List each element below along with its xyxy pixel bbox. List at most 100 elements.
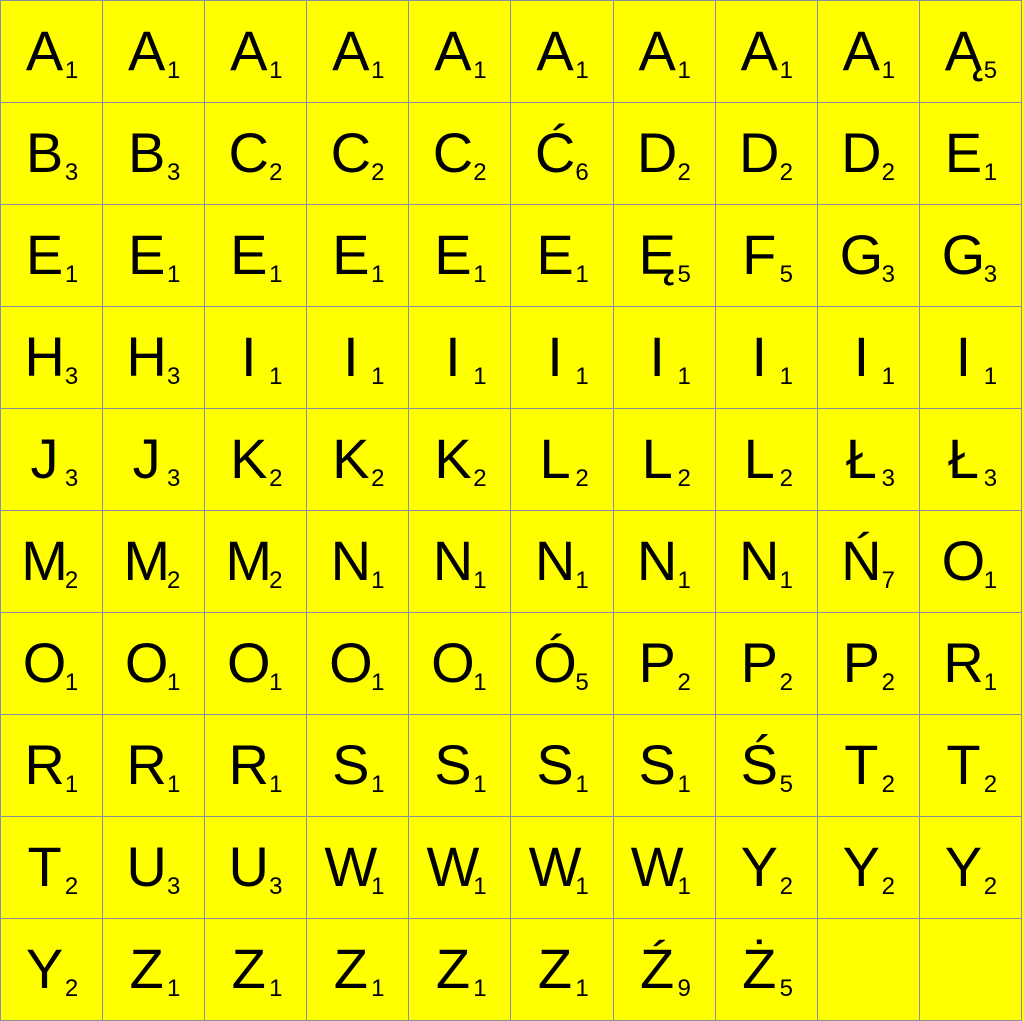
tile-points: 1: [473, 567, 487, 594]
letter-tile: Y2: [714, 816, 817, 918]
letter-tile: Ą5: [918, 0, 1021, 102]
tile-letter: N: [534, 529, 576, 592]
tile-points: 2: [779, 669, 793, 696]
tile-letter: Y: [842, 835, 881, 898]
tile-letter: C: [228, 121, 269, 184]
tile-letter: O: [329, 631, 373, 694]
letter-tile: Ń7: [816, 510, 919, 612]
tile-points: 1: [779, 567, 793, 594]
tile-points: 1: [371, 567, 385, 594]
tile-letter: A: [434, 19, 472, 82]
tile-letter: R: [943, 631, 984, 694]
tile-letter: E: [25, 223, 64, 286]
letter-tile: W1: [612, 816, 715, 918]
tile-letter: T: [844, 733, 879, 796]
tile-points: 1: [64, 261, 79, 288]
tile-letter: A: [230, 19, 268, 82]
tile-points: 3: [166, 159, 181, 186]
tile-letter: W: [324, 835, 378, 898]
tile-letter: Ę: [638, 223, 676, 286]
letter-tile: O1: [204, 612, 307, 714]
tile-letter: W: [426, 835, 480, 898]
tile-points: 5: [677, 261, 691, 288]
tile-points: 1: [473, 261, 487, 288]
tile-points: 1: [269, 363, 283, 390]
tile-points: 5: [779, 975, 793, 1002]
letter-tile: I1: [714, 306, 817, 408]
letter-tile: E1: [0, 204, 103, 306]
tile-points: 1: [166, 261, 181, 288]
tile-points: 2: [881, 771, 896, 798]
tile-points: 1: [881, 57, 896, 84]
tile-letter: N: [636, 529, 678, 592]
letter-tile: A1: [102, 0, 205, 102]
tile-points: 2: [473, 465, 487, 492]
tile-letter: B: [127, 121, 166, 184]
letter-tile: I1: [612, 306, 715, 408]
tile-letter: I: [343, 325, 359, 388]
tile-letter: P: [638, 631, 676, 694]
tile-letter: A: [536, 19, 574, 82]
letter-tile: C2: [204, 102, 307, 204]
tile-letter: L: [641, 427, 673, 490]
letter-tile: K2: [204, 408, 307, 510]
letter-tile: Ś5: [714, 714, 817, 816]
letter-tile: Ł3: [816, 408, 919, 510]
tile-points: 1: [779, 363, 793, 390]
tile-letter: J: [30, 427, 59, 490]
tile-letter: I: [955, 325, 972, 388]
tile-letter: B: [25, 121, 64, 184]
letter-tile: W1: [408, 816, 511, 918]
tile-board: A1A1A1A1A1A1A1A1A1Ą5B3B3C2C2C2Ć6D2D2D2E1…: [0, 0, 1022, 1021]
tile-letter: T: [27, 835, 62, 898]
tile-letter: Z: [333, 937, 368, 1000]
letter-tile: T2: [0, 816, 103, 918]
tile-letter: P: [740, 631, 778, 694]
letter-tile: N1: [510, 510, 613, 612]
tile-letter: S: [332, 733, 370, 796]
tile-letter: F: [742, 223, 777, 286]
letter-tile: O1: [102, 612, 205, 714]
tile-points: 1: [983, 159, 998, 186]
tile-letter: I: [445, 325, 461, 388]
letter-tile: A1: [510, 0, 613, 102]
letter-tile: U3: [102, 816, 205, 918]
tile-points: 5: [779, 771, 793, 798]
tile-points: 2: [473, 159, 487, 186]
letter-tile: A1: [408, 0, 511, 102]
letter-tile: S1: [408, 714, 511, 816]
tile-points: 2: [269, 465, 283, 492]
letter-tile: E1: [102, 204, 205, 306]
tile-letter: L: [539, 427, 571, 490]
tile-points: 1: [166, 669, 181, 696]
tile-letter: M: [123, 529, 170, 592]
tile-points: 1: [575, 975, 589, 1002]
letter-tile: A1: [714, 0, 817, 102]
tile-points: 1: [269, 669, 283, 696]
letter-tile: O1: [918, 510, 1021, 612]
blank-tile: [918, 918, 1021, 1020]
tile-points: 1: [371, 669, 385, 696]
tile-letter: A: [332, 19, 370, 82]
letter-tile: Z1: [510, 918, 613, 1020]
tile-points: 2: [677, 669, 691, 696]
tile-points: 5: [779, 261, 793, 288]
tile-points: 2: [575, 465, 589, 492]
letter-tile: Ł3: [918, 408, 1021, 510]
letter-tile: R1: [102, 714, 205, 816]
tile-points: 2: [983, 771, 998, 798]
tile-letter: Z: [129, 937, 164, 1000]
letter-tile: E1: [408, 204, 511, 306]
tile-points: 2: [677, 159, 691, 186]
tile-points: 1: [575, 567, 589, 594]
tile-points: 2: [269, 567, 283, 594]
tile-points: 1: [269, 261, 283, 288]
letter-tile: A1: [204, 0, 307, 102]
tile-points: 1: [166, 771, 181, 798]
tile-letter: N: [432, 529, 474, 592]
tile-points: 1: [983, 669, 998, 696]
tile-letter: C: [330, 121, 372, 184]
tile-letter: N: [330, 529, 372, 592]
tile-letter: I: [649, 325, 665, 388]
letter-tile: L2: [510, 408, 613, 510]
